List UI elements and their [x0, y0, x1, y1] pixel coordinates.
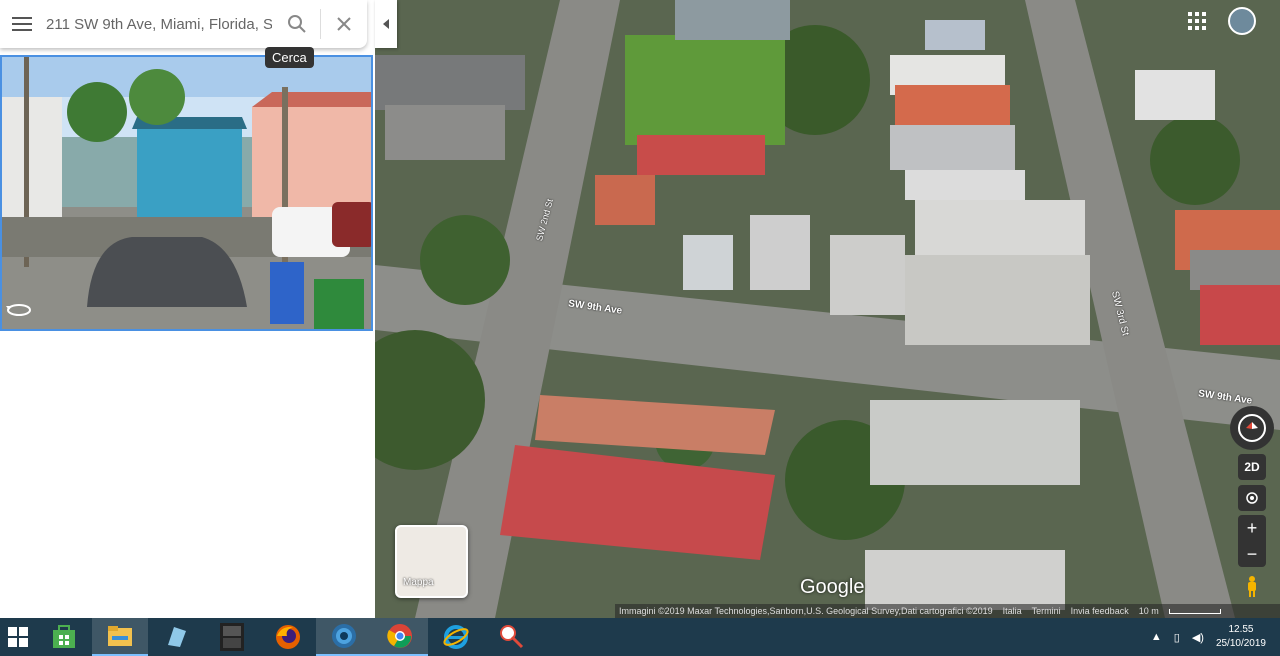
firefox-icon	[276, 625, 300, 649]
street-view-photo[interactable]	[0, 55, 373, 331]
apps-grid-button[interactable]	[1188, 12, 1210, 34]
dgtnic-icon	[220, 623, 244, 651]
menu-button[interactable]	[0, 0, 44, 48]
zoom-in-button[interactable]: +	[1238, 515, 1266, 541]
feedback-link[interactable]: Invia feedback	[1071, 606, 1129, 616]
close-icon	[337, 17, 351, 31]
store-icon	[53, 625, 75, 648]
satellite-map[interactable]: SW 2nd St SW 9th Ave SW 3rd St SW 9th Av…	[375, 0, 1280, 618]
search-icon	[288, 15, 306, 33]
clock-date: 25/10/2019	[1215, 638, 1266, 649]
file-explorer-icon	[108, 626, 132, 646]
street-view-image	[2, 57, 371, 329]
taskbar-snipping-tool[interactable]	[484, 618, 540, 656]
compass-button[interactable]	[1230, 406, 1274, 450]
view-2d-toggle[interactable]: 2D	[1238, 454, 1266, 480]
chrome-icon	[387, 624, 412, 648]
chevron-left-icon	[383, 19, 389, 29]
clear-button[interactable]	[321, 0, 367, 48]
network-icon[interactable]: ▯	[1174, 631, 1180, 644]
zoom-out-button[interactable]: −	[1238, 541, 1266, 567]
taskbar-dgtnic[interactable]	[204, 618, 260, 656]
search-input[interactable]	[44, 3, 274, 45]
imagery-attribution: Immagini ©2019 Maxar Technologies,Sanbor…	[619, 606, 993, 616]
country-link[interactable]: Italia	[1003, 606, 1022, 616]
menu-icon	[12, 17, 32, 31]
map-layer-toggle[interactable]: Mappa	[395, 525, 468, 598]
collapse-panel-button[interactable]	[375, 0, 397, 48]
satellite-imagery	[375, 0, 1280, 618]
app-icon	[168, 627, 186, 647]
clock[interactable]: 12.55 25/10/2019	[1216, 623, 1266, 651]
scale-label: 10 m	[1138, 606, 1159, 616]
search-button[interactable]	[274, 0, 320, 48]
taskbar-file-explorer[interactable]	[92, 618, 148, 656]
volume-icon[interactable]: ◀)	[1192, 631, 1204, 644]
clock-time: 12.55	[1228, 624, 1254, 635]
taskbar: ▲ ▯ ◀) 12.55 25/10/2019	[0, 618, 1280, 656]
pegman-icon	[1248, 576, 1256, 597]
my-location-button[interactable]	[1238, 485, 1266, 511]
tray-expand-icon[interactable]: ▲	[1151, 631, 1162, 643]
pegman-button[interactable]	[1240, 574, 1264, 598]
taskbar-chrome[interactable]	[372, 618, 428, 656]
left-panel: Cerca	[0, 0, 375, 618]
terms-link[interactable]: Termini	[1032, 606, 1061, 616]
location-icon	[1246, 492, 1258, 504]
snipping-tool-icon	[500, 625, 524, 649]
avatar[interactable]	[1228, 7, 1256, 35]
search-tooltip: Cerca	[265, 47, 314, 68]
scale-bar	[1168, 608, 1221, 614]
google-logo: Google	[800, 576, 865, 598]
windows-icon	[8, 627, 28, 647]
start-button[interactable]	[0, 618, 36, 656]
taskbar-app-disc[interactable]	[316, 618, 372, 656]
taskbar-app[interactable]	[148, 618, 204, 656]
taskbar-store[interactable]	[36, 618, 92, 656]
taskbar-firefox[interactable]	[260, 618, 316, 656]
app-disc-icon	[332, 624, 356, 648]
apps-grid-icon	[1188, 12, 1206, 30]
attribution-bar: Immagini ©2019 Maxar Technologies,Sanbor…	[615, 604, 1280, 618]
map-layer-label: Mappa	[403, 577, 434, 588]
internet-explorer-icon	[443, 625, 469, 649]
rotate-360-icon[interactable]	[6, 301, 32, 319]
system-tray: ▲ ▯ ◀) 12.55 25/10/2019	[1151, 618, 1266, 656]
compass-icon	[1238, 414, 1266, 442]
taskbar-internet-explorer[interactable]	[428, 618, 484, 656]
search-box	[0, 0, 367, 48]
